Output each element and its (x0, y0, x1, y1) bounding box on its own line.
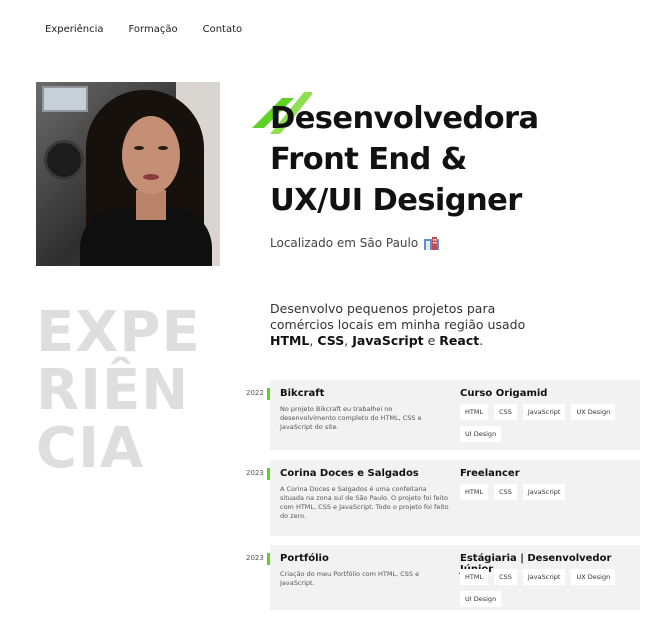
experience-year: 2022 (246, 389, 264, 397)
experience-card: Corina Doces e Salgados A Corina Doces e… (270, 460, 640, 536)
project-name: Bikcraft (280, 388, 325, 399)
tag: HTML (460, 404, 489, 420)
title-line-2: Front End & (270, 142, 467, 177)
title-line-1: Desenvolvedora (270, 101, 539, 136)
title-line-3: UX/UI Designer (270, 183, 522, 218)
experience-year: 2023 (246, 554, 264, 562)
tag: CSS (494, 569, 517, 585)
tag: HTML (460, 569, 489, 585)
intro-sep-3: e (423, 333, 440, 348)
tag-list: HTML CSS JavaScript (460, 484, 635, 500)
experience-card: Portfólio Criação do meu Portfólio com H… (270, 545, 640, 610)
tag: JavaScript (522, 404, 566, 420)
experience-card: Bikcraft No projeto Bikcraft eu trabalhe… (270, 380, 640, 450)
building-icon (424, 236, 440, 250)
tag: CSS (494, 484, 517, 500)
tag: UI Design (460, 426, 502, 442)
experience-year: 2023 (246, 469, 264, 477)
tag: UI Design (460, 591, 502, 607)
section-word-line-1: EXPE (36, 300, 201, 365)
section-word-line-2: RIÊN (36, 358, 190, 423)
location: Localizado em São Paulo (270, 236, 440, 250)
project-role: Curso Origamid (460, 388, 548, 399)
tag-list: HTML CSS JavaScript UX Design UI Design (460, 404, 635, 442)
project-description: A Corina Doces e Salgados é uma confeita… (280, 485, 449, 520)
nav-link-contato[interactable]: Contato (203, 24, 243, 35)
project-description: Criação do meu Portfólio com HTML, CSS e… (280, 570, 420, 587)
intro-css: CSS (317, 333, 345, 348)
main-nav: Experiência Formação Contato (45, 24, 242, 35)
project-name: Corina Doces e Salgados (280, 468, 419, 479)
tag: UX Design (571, 404, 616, 420)
section-word-line-3: CIA (36, 416, 145, 481)
tag: JavaScript (522, 569, 566, 585)
tag: HTML (460, 484, 489, 500)
tag: CSS (494, 404, 517, 420)
profile-photo (36, 82, 220, 266)
section-word-experiencia: EXPE RIÊN CIA (36, 304, 201, 478)
tag-list: HTML CSS JavaScript UX Design UI Design (460, 569, 635, 607)
intro-html: HTML (270, 333, 310, 348)
tag: JavaScript (522, 484, 566, 500)
intro-text: Desenvolvo pequenos projetos para comérc… (270, 301, 526, 332)
intro-sep-2: , (344, 333, 349, 348)
intro-javascript: JavaScript (352, 333, 424, 348)
intro-paragraph: Desenvolvo pequenos projetos para comérc… (270, 301, 560, 349)
intro-react: React (439, 333, 480, 348)
nav-link-experiencia[interactable]: Experiência (45, 24, 104, 35)
project-name: Portfólio (280, 553, 329, 564)
project-role: Freelancer (460, 468, 520, 479)
tag: UX Design (571, 569, 616, 585)
nav-link-formacao[interactable]: Formação (129, 24, 178, 35)
intro-sep-4: . (479, 333, 484, 348)
project-description: No projeto Bikcraft eu trabalhei no dese… (280, 405, 422, 431)
page-title: Desenvolvedora Front End & UX/UI Designe… (270, 98, 570, 221)
location-text: Localizado em São Paulo (270, 236, 419, 250)
